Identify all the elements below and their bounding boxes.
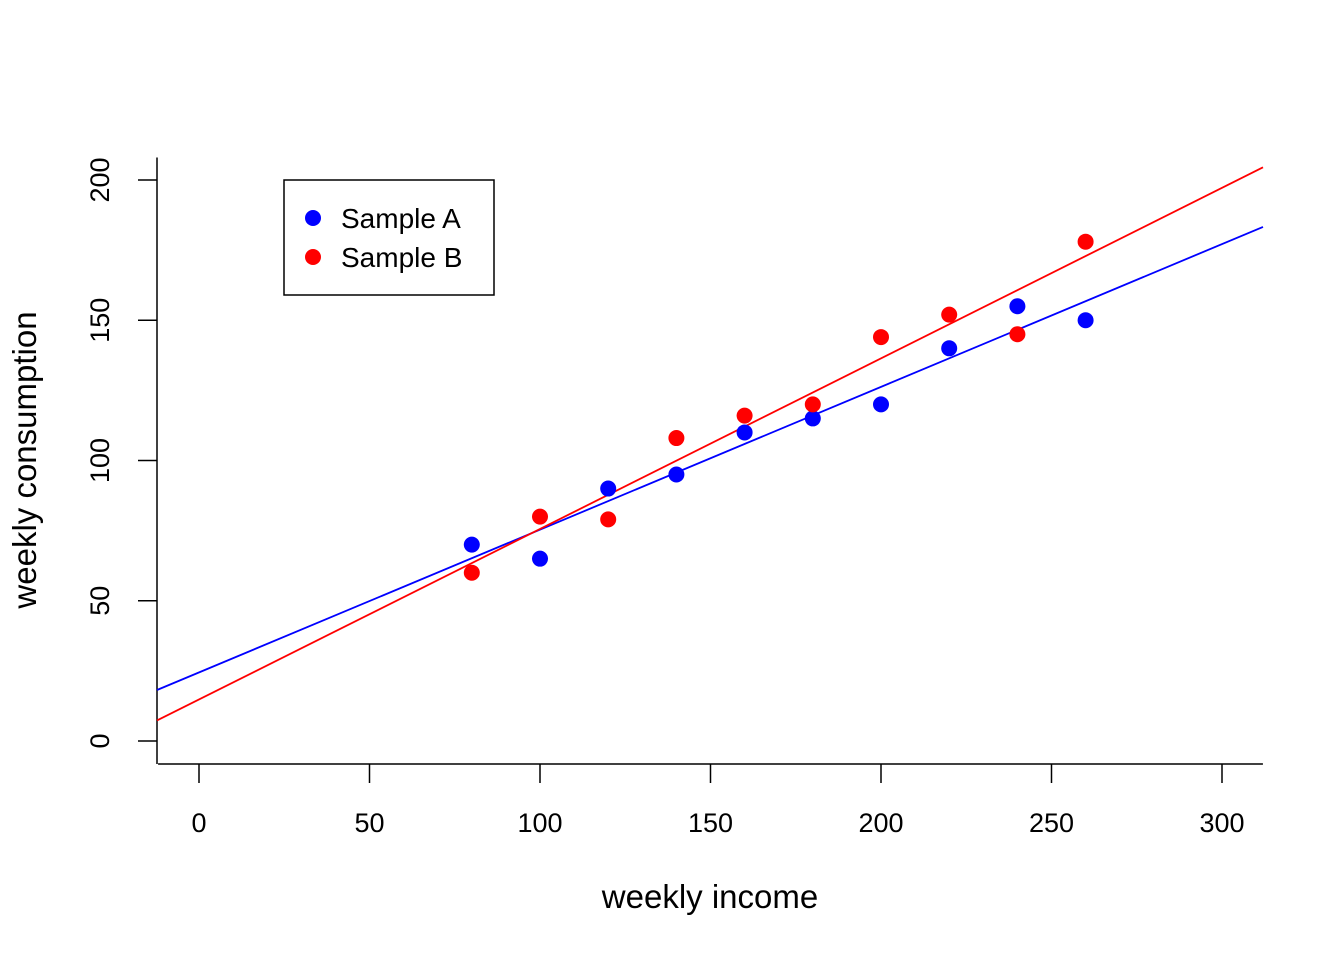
y-axis-label: weekly consumption bbox=[6, 311, 43, 609]
data-point-sample-a bbox=[668, 466, 685, 483]
data-point-sample-b bbox=[873, 329, 889, 346]
legend-marker-sample-a bbox=[305, 210, 321, 226]
data-point-sample-b bbox=[736, 407, 753, 424]
legend-label-sample-a: Sample A bbox=[341, 203, 461, 234]
data-point-sample-b bbox=[532, 508, 548, 525]
y-tick-label: 0 bbox=[85, 733, 115, 748]
legend-box bbox=[283, 179, 495, 296]
y-tick-label: 50 bbox=[85, 586, 115, 616]
y-tick-label: 200 bbox=[85, 157, 115, 202]
data-point-sample-b bbox=[463, 564, 480, 581]
regression-line-sample-a bbox=[156, 226, 1264, 691]
data-point-sample-a bbox=[1009, 298, 1026, 315]
data-point-sample-b bbox=[804, 396, 821, 413]
data-point-sample-a bbox=[804, 410, 821, 427]
x-tick-label: 0 bbox=[191, 808, 206, 838]
scatter-chart: 0 50 100 150 200 250 300 0 50 100 150 200 weekly in… bbox=[6, 157, 1264, 915]
legend-marker-sample-b bbox=[305, 249, 321, 265]
data-point-sample-a bbox=[1077, 312, 1094, 329]
data-point-sample-b bbox=[1009, 326, 1026, 343]
legend: Sample A Sample B bbox=[283, 179, 495, 296]
x-tick-label: 200 bbox=[858, 808, 903, 838]
y-tick-label: 150 bbox=[85, 298, 115, 343]
data-points bbox=[463, 233, 1094, 581]
data-point-sample-a bbox=[463, 536, 480, 553]
data-point-sample-b bbox=[1077, 233, 1094, 250]
x-tick-label: 250 bbox=[1029, 808, 1074, 838]
x-axis-label: weekly income bbox=[601, 878, 818, 915]
x-tick-label: 50 bbox=[354, 808, 384, 838]
x-tick-label: 100 bbox=[517, 808, 562, 838]
data-point-sample-a bbox=[736, 424, 753, 441]
data-point-sample-b bbox=[600, 511, 617, 528]
x-tick-label: 300 bbox=[1199, 808, 1244, 838]
x-tick-label: 150 bbox=[688, 808, 733, 838]
data-point-sample-a bbox=[532, 550, 548, 567]
data-point-sample-b bbox=[668, 430, 685, 447]
data-point-sample-a bbox=[941, 340, 958, 357]
y-tick-label: 100 bbox=[85, 438, 115, 483]
legend-label-sample-b: Sample B bbox=[341, 242, 462, 273]
data-point-sample-a bbox=[873, 396, 889, 413]
data-point-sample-b bbox=[941, 306, 958, 323]
axes: 0 50 100 150 200 250 300 0 50 100 150 200 bbox=[85, 157, 1263, 838]
data-point-sample-a bbox=[600, 480, 617, 497]
